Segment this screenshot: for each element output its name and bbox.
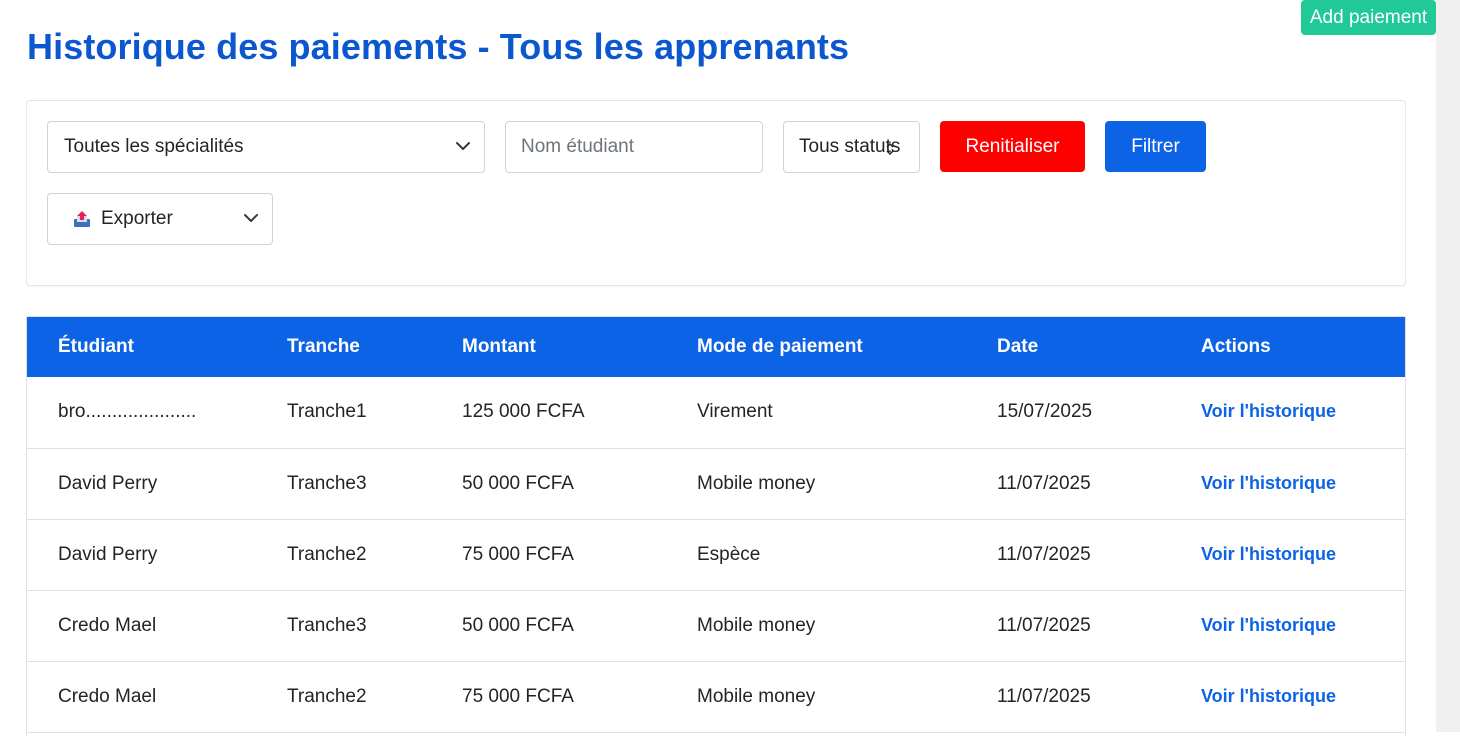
export-icon [73, 210, 91, 228]
cell-date: 11/07/2025 [997, 685, 1091, 707]
cell-payment-mode: Mobile money [697, 685, 816, 707]
page-title: Historique des paiements - Tous les appr… [27, 26, 850, 67]
chevron-down-icon [244, 213, 258, 223]
cell-date: 15/07/2025 [997, 401, 1093, 423]
table-row: bro..................... Tranche1 125 00… [27, 377, 1405, 448]
specialty-select-value: Toutes les spécialités [64, 136, 244, 157]
add-payment-button[interactable]: Add paiement [1301, 0, 1436, 35]
cell-student: David Perry [58, 543, 158, 565]
page-scrollbar[interactable] [1436, 0, 1460, 732]
filter-button[interactable]: Filtrer [1105, 121, 1206, 172]
view-history-link[interactable]: Voir l'historique [1201, 615, 1336, 635]
reset-button[interactable]: Renitialiser [940, 121, 1085, 172]
student-name-field[interactable] [521, 122, 762, 172]
filter-card: Toutes les spécialités Tous statuts Reni… [26, 100, 1406, 286]
cell-actions: Voir l'historique [1201, 377, 1405, 448]
column-header-payment-mode: Mode de paiement [697, 336, 863, 357]
payments-table: Étudiant Tranche Montant Mode de paiemen… [27, 317, 1405, 733]
column-header-date: Date [997, 336, 1039, 357]
table-row: Credo Mael Tranche2 75 000 FCFA Mobile m… [27, 661, 1405, 732]
cell-student: Credo Mael [58, 685, 157, 707]
student-name-input[interactable] [505, 121, 763, 173]
cell-student: Credo Mael [58, 614, 157, 636]
table-header-row: Étudiant Tranche Montant Mode de paiemen… [27, 317, 1405, 377]
cell-amount: 50 000 FCFA [462, 472, 574, 494]
table-row: David Perry Tranche2 75 000 FCFA Espèce … [27, 519, 1405, 590]
cell-actions: Voir l'historique [1201, 661, 1405, 732]
cell-date: 11/07/2025 [997, 614, 1091, 636]
column-header-actions: Actions [1201, 336, 1271, 357]
cell-amount: 75 000 FCFA [462, 543, 574, 565]
table-row: Credo Mael Tranche3 50 000 FCFA Mobile m… [27, 590, 1405, 661]
payments-table-container: Étudiant Tranche Montant Mode de paiemen… [26, 316, 1406, 736]
cell-actions: Voir l'historique [1201, 448, 1405, 519]
select-arrows-icon [885, 140, 895, 156]
status-select[interactable]: Tous statuts [783, 121, 920, 173]
specialty-select[interactable]: Toutes les spécialités [47, 121, 485, 173]
cell-tranche: Tranche2 [287, 543, 367, 565]
cell-tranche: Tranche2 [287, 685, 367, 707]
cell-student: David Perry [58, 472, 158, 494]
cell-student: bro..................... [58, 401, 197, 423]
cell-tranche: Tranche1 [287, 401, 367, 423]
view-history-link[interactable]: Voir l'historique [1201, 544, 1336, 564]
table-row: David Perry Tranche3 50 000 FCFA Mobile … [27, 448, 1405, 519]
cell-date: 11/07/2025 [997, 472, 1091, 494]
cell-payment-mode: Espèce [697, 543, 761, 565]
chevron-down-icon [456, 141, 470, 151]
cell-payment-mode: Virement [697, 401, 773, 423]
cell-amount: 75 000 FCFA [462, 685, 574, 707]
view-history-link[interactable]: Voir l'historique [1201, 686, 1336, 706]
cell-tranche: Tranche3 [287, 472, 367, 494]
cell-date: 11/07/2025 [997, 543, 1091, 565]
column-header-tranche: Tranche [287, 336, 360, 357]
column-header-student: Étudiant [58, 336, 134, 357]
column-header-amount: Montant [462, 336, 536, 357]
cell-actions: Voir l'historique [1201, 590, 1405, 661]
cell-actions: Voir l'historique [1201, 519, 1405, 590]
export-label: Exporter [101, 208, 173, 229]
cell-amount: 50 000 FCFA [462, 614, 574, 636]
view-history-link[interactable]: Voir l'historique [1201, 401, 1336, 421]
view-history-link[interactable]: Voir l'historique [1201, 473, 1336, 493]
cell-payment-mode: Mobile money [697, 472, 816, 494]
export-dropdown[interactable]: Exporter [47, 193, 273, 245]
cell-amount: 125 000 FCFA [462, 401, 585, 423]
cell-tranche: Tranche3 [287, 614, 367, 636]
cell-payment-mode: Mobile money [697, 614, 816, 636]
